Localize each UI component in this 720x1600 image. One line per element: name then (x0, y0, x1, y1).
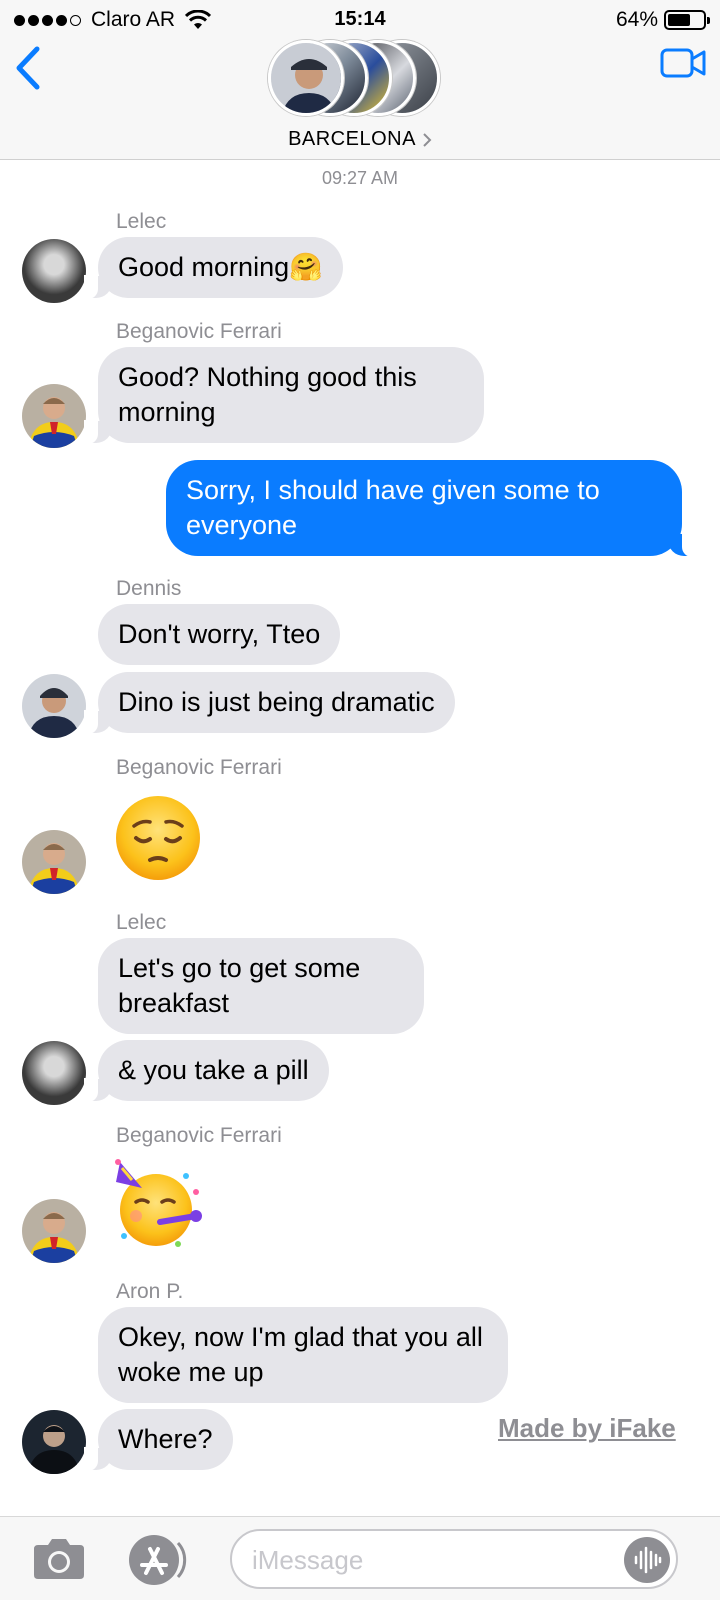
chevron-left-icon[interactable] (14, 46, 42, 90)
sender-name: Beganovic Ferrari (116, 320, 282, 343)
avatar[interactable] (22, 830, 86, 894)
avatar[interactable] (22, 1041, 86, 1105)
sender-name: Beganovic Ferrari (116, 1124, 282, 1147)
avatar[interactable] (22, 674, 86, 738)
message-input[interactable] (252, 1543, 592, 1577)
message-bubble[interactable]: Good morning🤗 (84, 237, 343, 299)
message-bubble[interactable]: & you take a pill (84, 1040, 329, 1102)
partying-face-emoji[interactable] (112, 1158, 204, 1250)
outgoing-message-bubble[interactable]: Sorry, I should have given some to every… (166, 460, 696, 557)
app-store-icon[interactable] (124, 1529, 190, 1591)
message-bubble[interactable]: Let's go to get some breakfast (98, 938, 424, 1034)
avatar[interactable] (22, 1199, 86, 1263)
message-input-field[interactable] (230, 1529, 678, 1589)
avatar[interactable] (22, 384, 86, 448)
group-title: BARCELONA (288, 128, 416, 150)
sender-name: Beganovic Ferrari (116, 756, 282, 779)
status-time: 15:14 (334, 8, 386, 30)
message-bubble[interactable]: Don't worry, Tteo (98, 604, 341, 665)
chevron-right-icon (423, 132, 432, 147)
navigation-header: Claro AR 15:14 64% BARCELONA (0, 0, 720, 160)
sender-name: Dennis (116, 577, 182, 600)
message-bubble[interactable]: Okey, now I'm glad that you all woke me … (98, 1307, 508, 1403)
input-bar (0, 1516, 720, 1600)
message-thread[interactable]: 09:27 AM Lelec Good morning🤗 Beganovic F… (0, 160, 720, 1516)
sender-name: Lelec (116, 210, 167, 233)
pensive-face-emoji[interactable] (112, 792, 204, 884)
avatar[interactable] (22, 239, 86, 303)
battery-percentage: 64% (615, 8, 658, 31)
audio-waveform-icon[interactable] (624, 1537, 670, 1583)
message-bubble[interactable]: Dino is just being dramatic (84, 672, 455, 734)
group-avatars[interactable] (268, 40, 448, 118)
group-title-button[interactable]: BARCELONA (0, 128, 720, 151)
sender-name: Aron P. (116, 1280, 184, 1303)
battery-icon (664, 10, 710, 30)
message-bubble[interactable]: Good? Nothing good this morning (84, 347, 484, 444)
sender-name: Lelec (116, 911, 167, 934)
avatar[interactable] (22, 1410, 86, 1474)
camera-icon[interactable] (30, 1537, 88, 1581)
message-bubble[interactable]: Where? (84, 1409, 233, 1471)
status-bar-right: 64% (615, 8, 710, 32)
watermark: Made by iFake (498, 1413, 676, 1443)
timestamp: 09:27 AM (321, 168, 399, 188)
video-camera-icon[interactable] (660, 48, 706, 78)
group-avatar-main (268, 40, 344, 116)
battery-level (668, 14, 690, 26)
